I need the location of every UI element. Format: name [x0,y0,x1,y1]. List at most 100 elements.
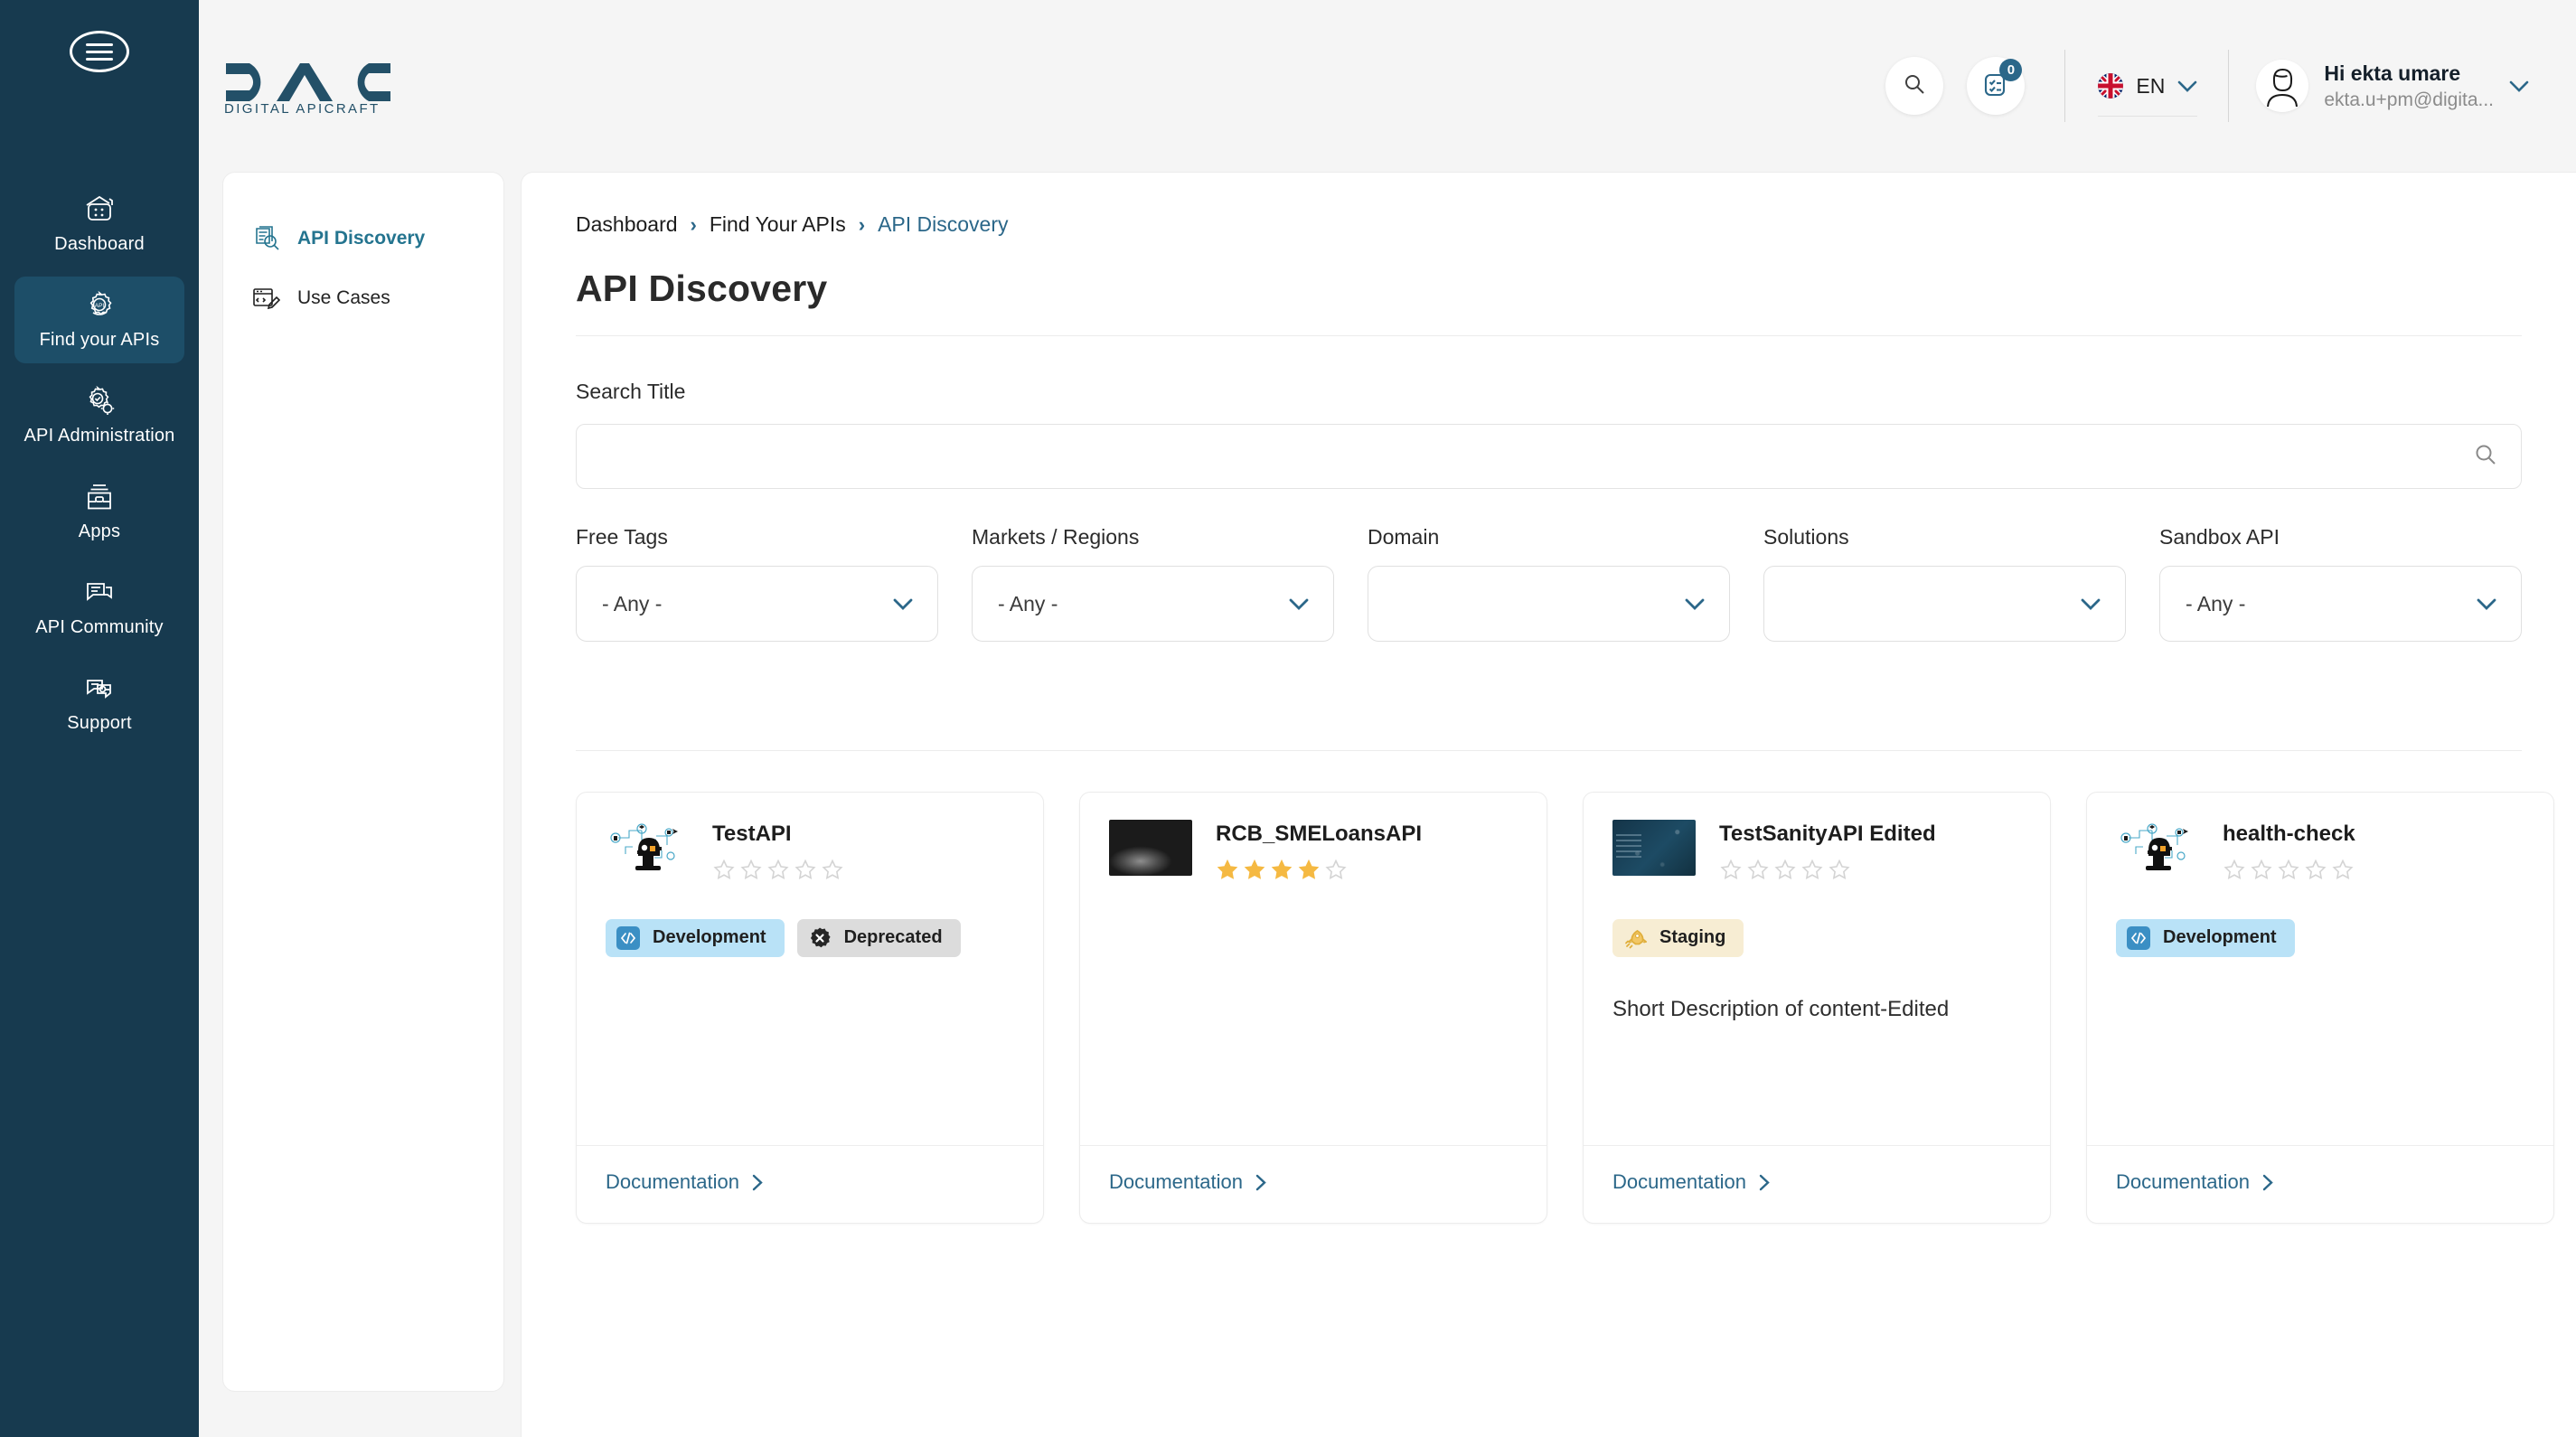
dac-logo[interactable]: DIGITAL APICRAFT [222,58,439,114]
sidebar-item-apps[interactable]: Apps [14,468,184,555]
sidebar-item-api-administration[interactable]: API Administration [14,372,184,459]
user-info: Hi ekta umare ekta.u+pm@digita... [2324,61,2494,111]
search-icon[interactable] [2474,443,2497,471]
hamburger-icon[interactable] [70,31,129,72]
search-input[interactable] [597,444,2474,469]
code-tag-icon [2127,925,2150,950]
language-code: EN [2136,73,2166,98]
api-gear-icon: API [80,288,118,323]
breadcrumb-item-api-discovery[interactable]: API Discovery [878,212,1008,237]
brain-network-icon [2116,820,2199,876]
breadcrumb-item-dashboard[interactable]: Dashboard [576,212,678,237]
user-email: ekta.u+pm@digita... [2324,89,2494,110]
chevron-down-icon [2476,597,2497,610]
documentation-label: Documentation [2116,1170,2250,1193]
star-empty-icon [1325,859,1347,879]
star-empty-icon [740,859,762,879]
chevron-down-icon [892,597,914,610]
sidebar-item-label: API Community [35,617,164,637]
api-card-body: health-check Development [2087,793,2553,1145]
api-card-footer: Documentation [1080,1145,1547,1223]
sidebar-item-support[interactable]: Support [14,660,184,747]
user-menu[interactable]: Hi ekta umare ekta.u+pm@digita... [2256,60,2529,112]
documentation-link[interactable]: Documentation [1612,1170,2050,1194]
star-empty-icon [1801,859,1823,879]
search-icon [1903,72,1926,100]
api-results-grid: TestAPI Development Deprecated Documenta… [522,751,2576,1224]
filter-label: Domain [1368,525,1440,549]
rating-stars[interactable] [712,858,1014,881]
rating-stars[interactable] [2223,858,2524,881]
avatar [2256,60,2309,112]
star-filled-icon [1244,859,1265,879]
api-card-footer: Documentation [577,1145,1043,1223]
header-notifications-button[interactable]: 0 [1967,57,2026,115]
main-content-panel: Dashboard › Find Your APIs › API Discove… [521,172,2576,1437]
star-empty-icon [1829,859,1850,879]
brain-network-icon [606,820,689,876]
solutions-select[interactable] [1763,566,2126,642]
chevron-down-icon[interactable] [2509,80,2529,92]
api-card[interactable]: TestAPI Development Deprecated Documenta… [576,792,1044,1224]
filter-label: Markets / Regions [972,525,1140,549]
language-selector[interactable]: EN [2064,50,2230,122]
rating-stars[interactable] [1719,858,2021,881]
chevron-down-icon [2080,597,2101,610]
filter-label: Free Tags [576,525,668,549]
sidebar-item-use-cases[interactable]: Use Cases [223,268,503,328]
status-badge: Development [606,918,785,957]
sidebar-item-dashboard[interactable]: Dashboard [14,181,184,268]
sidebar-item-api-community[interactable]: API Community [14,564,184,651]
api-card[interactable]: TestSanityAPI Edited Staging Short Descr… [1583,792,2051,1224]
star-empty-icon [1774,859,1796,879]
documentation-link[interactable]: Documentation [606,1170,1043,1194]
documentation-link[interactable]: Documentation [1109,1170,1547,1194]
filter-section: Search Title Free Tags - Any - Markets /… [522,336,2576,642]
api-admin-gear-icon [80,384,118,418]
sidebar-item-api-discovery[interactable]: API Discovery [223,209,503,268]
domain-select[interactable] [1368,566,1730,642]
markets-regions-select[interactable]: - Any - [972,566,1334,642]
star-empty-icon [2332,859,2354,879]
sidebar-item-label: Dashboard [54,234,145,254]
secondary-sidebar: API Discovery Use Cases [222,172,504,1392]
api-card-title-block: health-check [2223,820,2524,881]
search-title-box[interactable] [576,424,2522,489]
api-name: health-check [2223,822,2355,846]
documentation-label: Documentation [1109,1170,1243,1193]
api-card-title-block: TestSanityAPI Edited [1719,820,2021,881]
sidebar-item-label: API Discovery [297,228,426,249]
sidebar-item-label: Apps [78,521,121,541]
star-empty-icon [2223,859,2245,879]
code-tag-icon [616,925,640,950]
api-card[interactable]: RCB_SMELoansAPI Documentation [1079,792,1547,1224]
sandbox-api-select[interactable]: - Any - [2159,566,2522,642]
documentation-link[interactable]: Documentation [2116,1170,2553,1194]
api-card[interactable]: health-check Development Documentation [2086,792,2554,1224]
api-card-footer: Documentation [2087,1145,2553,1223]
chevron-right-icon: › [690,212,697,236]
sidebar-item-find-your-apis[interactable]: API Find your APIs [14,277,184,363]
rating-stars[interactable] [1216,858,1518,881]
badge-label: Development [2163,927,2277,948]
sidebar-item-label: Find your APIs [39,330,160,350]
star-empty-icon [1747,859,1769,879]
header-search-button[interactable] [1885,57,1944,115]
notification-count-badge: 0 [1999,59,2023,81]
status-badge: Development [2116,918,2295,957]
badge-label: Development [653,927,766,948]
free-tags-select[interactable]: - Any - [576,566,938,642]
rocket-icon [1623,926,1647,950]
api-card-header: health-check [2116,820,2524,881]
api-card-title-block: TestAPI [712,820,1014,881]
star-empty-icon [822,859,843,879]
api-card-body: TestSanityAPI Edited Staging Short Descr… [1584,793,2050,1145]
star-empty-icon [2251,859,2272,879]
breadcrumb-item-find-your-apis[interactable]: Find Your APIs [710,212,846,237]
page-title: API Discovery [576,268,828,309]
filter-free-tags: Free Tags - Any - [576,525,938,642]
svg-text:API: API [95,303,105,309]
chevron-down-icon [1288,597,1310,610]
filter-dropdown-row: Free Tags - Any - Markets / Regions - An… [576,525,2522,642]
uk-flag-icon [2098,73,2124,99]
